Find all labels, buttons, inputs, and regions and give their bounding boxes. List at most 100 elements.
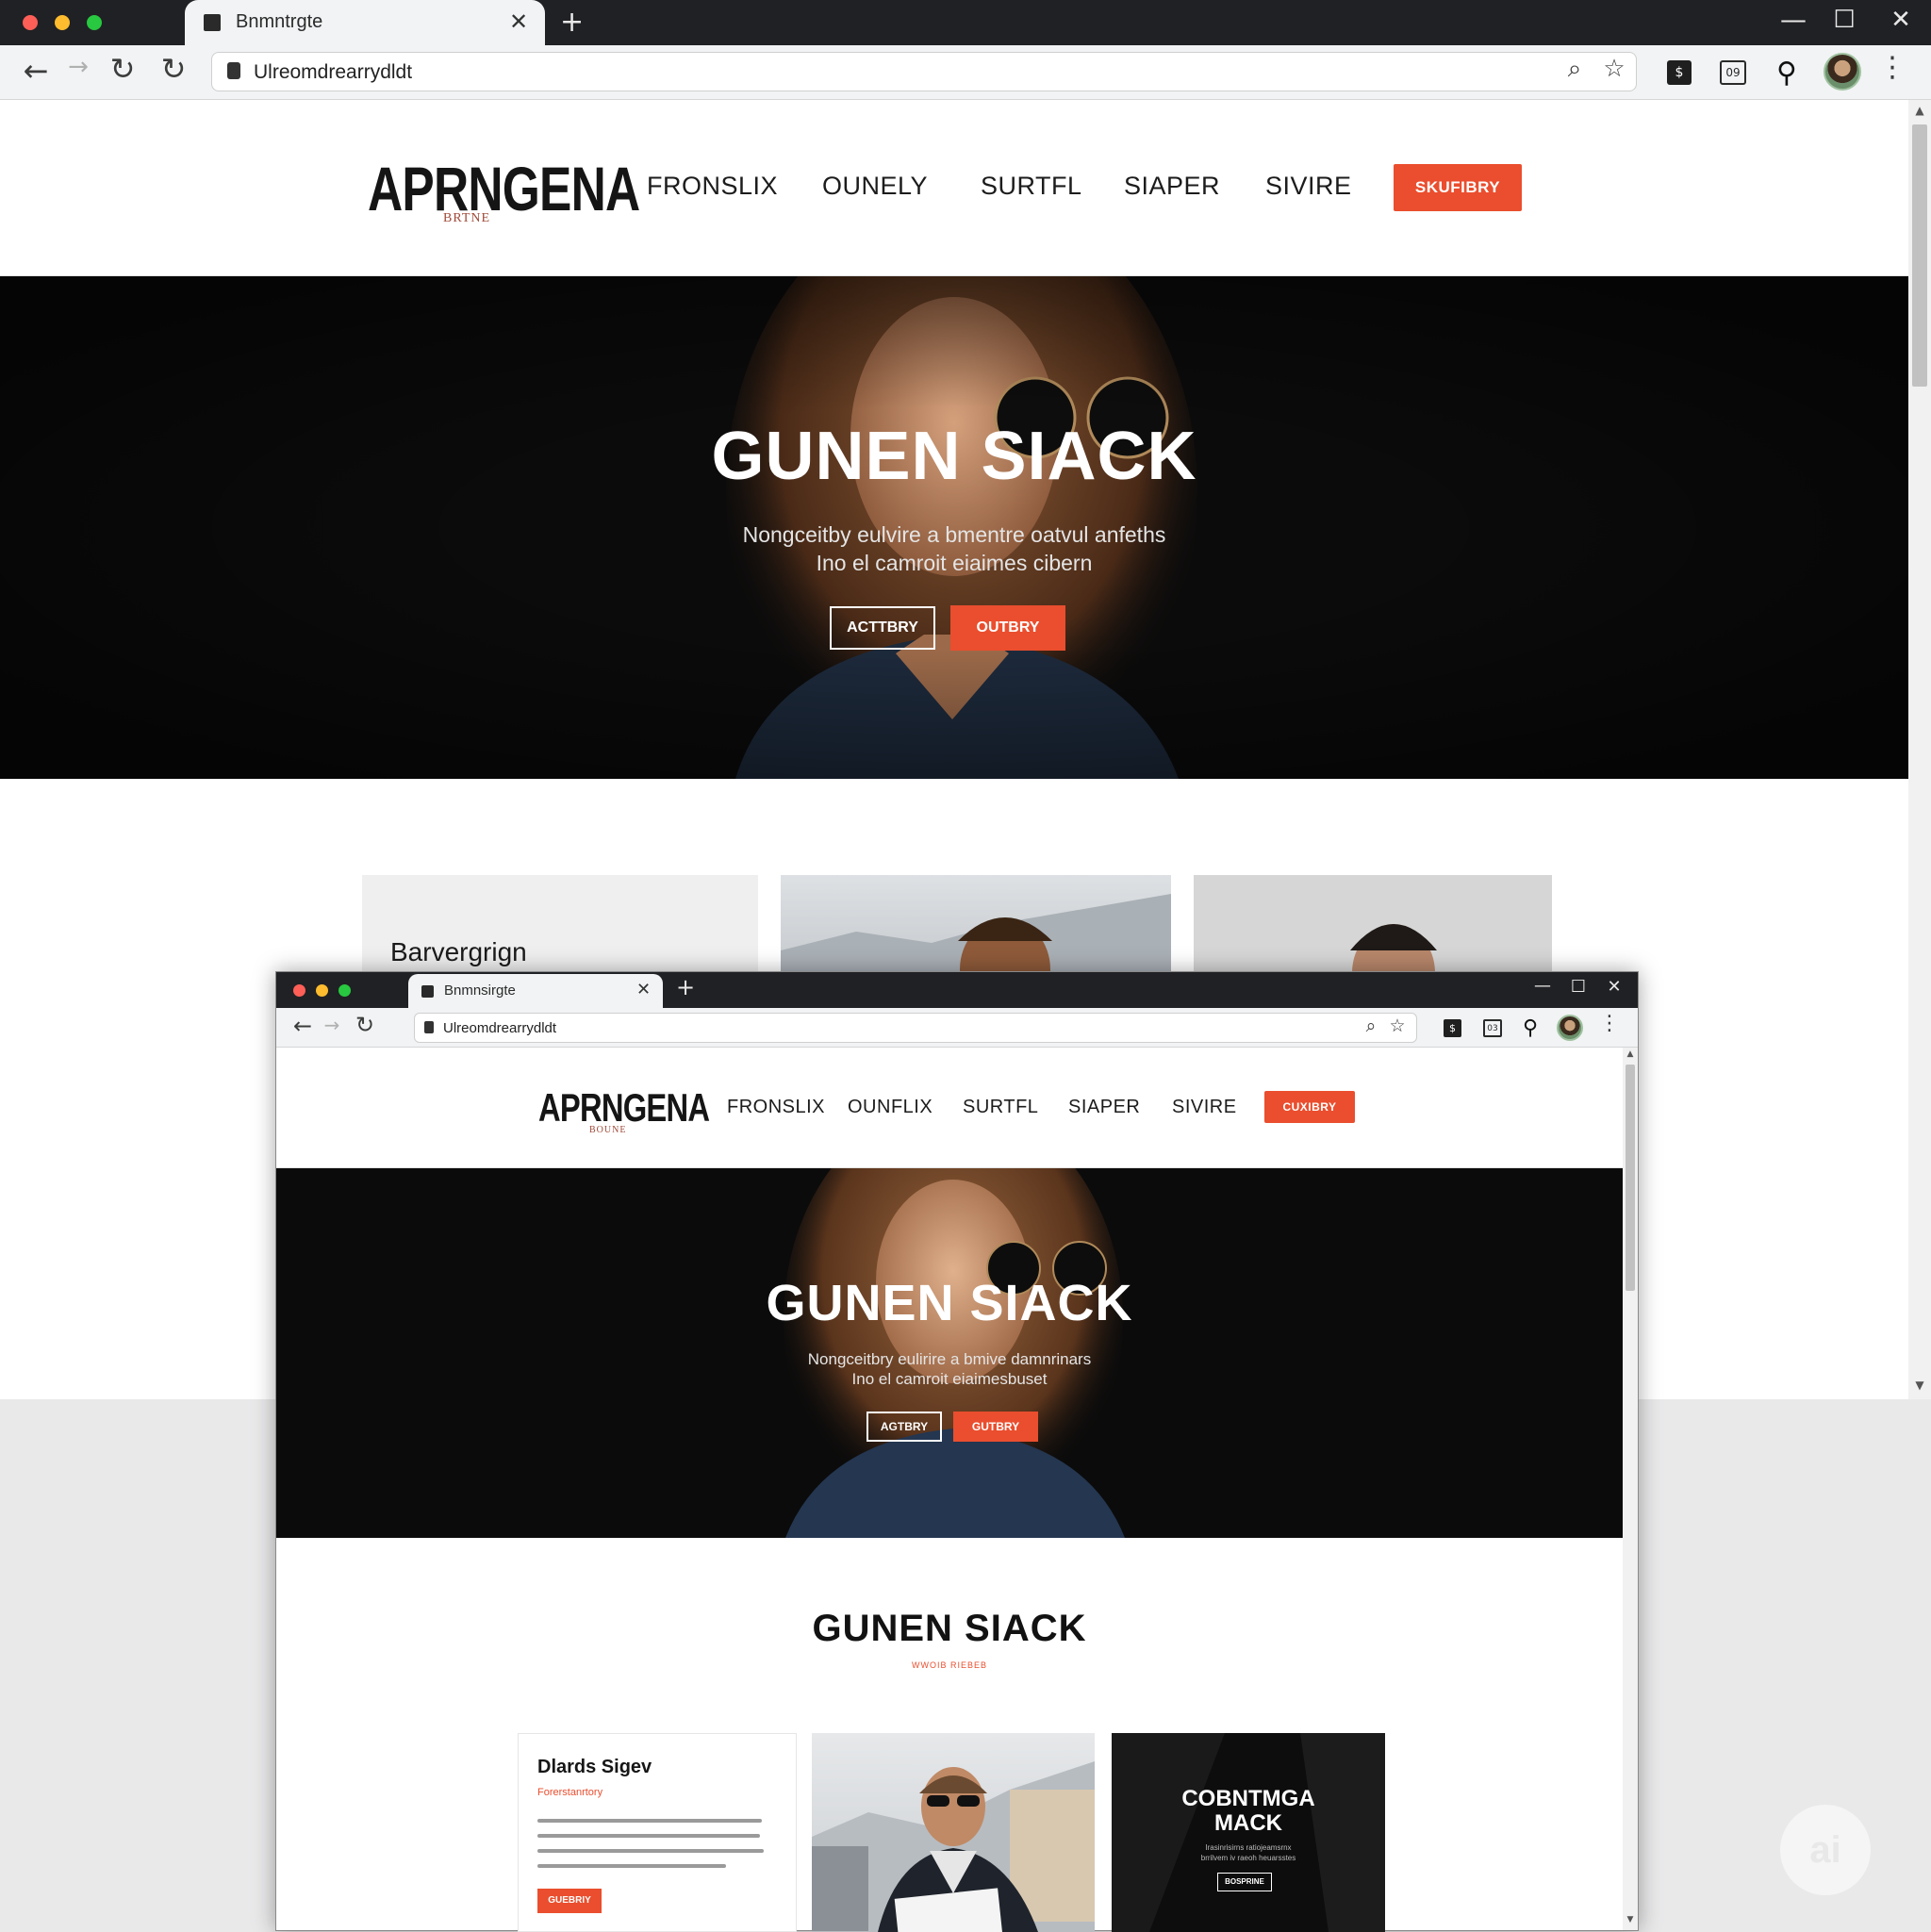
maximize-icon[interactable]: ☐ [1566,977,1591,997]
hero-outline-button[interactable]: AGTBRY [866,1412,942,1442]
address-bar[interactable]: Ulreomdrearrydldt ⌕ ☆ [211,52,1637,91]
text-line [537,1849,764,1853]
close-icon[interactable]: ✕ [1602,977,1626,997]
header-cta-button[interactable]: SKUFIBRY [1394,164,1522,211]
scroll-thumb[interactable] [1626,1065,1635,1291]
man-portrait-image [812,1761,1095,1932]
minimize-icon[interactable]: — [1530,976,1555,996]
nav-item-5[interactable]: SIVIRE [1172,1097,1237,1118]
text-card-button[interactable]: GUEBRIY [537,1889,602,1913]
inner-browser-window: Bnmnsirgte ✕ + — ☐ ✕ ← → ↻ Ulreomdrearry… [275,971,1639,1932]
hero-section: GUNEN SIACK Nongceitby eulvire a bmentre… [0,276,1908,779]
text-line [537,1864,726,1868]
page-scrollbar[interactable]: ▲ ▼ [1623,1048,1638,1930]
nav-item-1[interactable]: FRONSLIX [727,1097,825,1118]
section-title: GUNEN SIACK [812,1608,1087,1649]
hero-subtitle-1: Nongceitbry eulirire a bmive damnrinars [807,1350,1092,1368]
site-header: APRNGENA BRTNE FRONSLIX OUNELY SURTFL SI… [0,100,1908,276]
site-logo[interactable]: APRNGENA [538,1085,710,1131]
menu-kebab-icon[interactable]: ⋮ [1876,51,1908,84]
back-arrow-icon[interactable]: ← [289,1013,316,1039]
search-icon[interactable]: ⌕ [1559,55,1591,84]
reload-icon-2[interactable]: ↻ [155,51,192,87]
dark-card-text: Irasinrisirns ratiojeamsrnx brrilvem iv … [1200,1843,1296,1863]
extension-icon-2[interactable]: 09 [1720,60,1746,85]
dark-card-button[interactable]: BOSPRINE [1217,1873,1272,1891]
scroll-down-icon[interactable]: ▼ [1908,1379,1931,1392]
nav-item-4[interactable]: SIAPER [1068,1097,1140,1118]
page-scrollbar[interactable]: ▲ ▼ [1908,100,1931,1399]
maximize-dot-icon[interactable] [338,984,351,997]
nav-item-4[interactable]: SIAPER [1124,172,1220,201]
close-dot-icon[interactable] [293,984,305,997]
nav-item-2[interactable]: OUNFLIX [848,1097,932,1118]
scroll-up-icon[interactable]: ▲ [1623,1049,1638,1059]
chat-icon[interactable]: ⚲ [1519,1016,1542,1040]
hero-solid-button[interactable]: GUTBRY [953,1412,1038,1442]
ai-watermark: ai [1780,1805,1871,1895]
chat-icon[interactable]: ⚲ [1771,57,1803,90]
scroll-up-icon[interactable]: ▲ [1908,104,1931,117]
profile-avatar[interactable] [1824,53,1861,91]
image-card-man [812,1733,1095,1932]
extension-icon[interactable]: $ [1444,1019,1461,1037]
lock-icon [424,1021,434,1033]
reload-icon[interactable]: ↻ [104,51,141,87]
forward-arrow-icon[interactable]: → [62,53,94,81]
address-bar[interactable]: Ulreomdrearrydldt ⌕ ☆ [414,1013,1417,1043]
nav-item-5[interactable]: SIVIRE [1265,172,1352,201]
card-title: Barvergrign [390,937,527,966]
new-tab-icon[interactable]: + [560,6,584,39]
browser-tab[interactable]: Bnmntrgte ✕ [185,0,545,45]
extension-icon[interactable]: $ [1667,60,1692,85]
extension-icon-2[interactable]: 03 [1483,1019,1502,1037]
profile-avatar[interactable] [1557,1015,1583,1041]
search-icon[interactable]: ⌕ [1360,1016,1382,1036]
hero-outline-button[interactable]: ACTTBRY [830,606,935,650]
hero-subtitle-1: Nongceitby eulvire a bmentre oatvul anfe… [742,522,1166,547]
nav-item-3[interactable]: SURTFL [981,172,1082,201]
address-text[interactable]: Ulreomdrearrydldt [254,61,412,84]
text-card: Dlards Sigev Forerstanrtory GUEBRIY [518,1733,797,1932]
close-tab-icon[interactable]: ✕ [509,8,528,35]
star-icon[interactable]: ☆ [1598,55,1630,83]
address-text[interactable]: Ulreomdrearrydldt [443,1020,556,1036]
close-dot-icon[interactable] [23,15,38,30]
minimize-icon[interactable]: — [1776,4,1810,35]
maximize-icon[interactable]: ☐ [1827,6,1861,34]
site-logo-sub: BOUNE [589,1125,627,1135]
nav-item-2[interactable]: OUNELY [822,172,928,201]
back-arrow-icon[interactable]: ← [17,53,55,89]
scroll-down-icon[interactable]: ▼ [1623,1915,1638,1924]
maximize-dot-icon[interactable] [87,15,102,30]
lock-icon [227,62,240,79]
close-icon[interactable]: ✕ [1884,6,1918,34]
text-line [537,1834,760,1838]
hero-title: GUNEN SIACK [766,1275,1133,1331]
forward-arrow-icon[interactable]: → [320,1014,344,1036]
nav-item-1[interactable]: FRONSLIX [647,172,778,201]
minimize-dot-icon[interactable] [55,15,70,30]
inner-toolbar: ← → ↻ Ulreomdrearrydldt ⌕ ☆ $ 03 ⚲ ⋮ [276,1008,1638,1048]
hero-solid-button[interactable]: OUTBRY [950,605,1065,651]
header-cta-button[interactable]: CUXIBRY [1264,1091,1355,1123]
favicon-icon [421,985,434,998]
star-icon[interactable]: ☆ [1386,1016,1409,1036]
hero-title: GUNEN SIACK [711,419,1197,494]
inner-title-bar: Bnmnsirgte ✕ + — ☐ ✕ [276,972,1638,1008]
dark-card-title-1: COBNTMGA [1181,1786,1315,1811]
site-logo[interactable]: APRNGENA [368,153,640,224]
scroll-thumb[interactable] [1912,124,1927,387]
dark-promo-card: COBNTMGA MACK Irasinrisirns ratiojeamsrn… [1112,1733,1385,1932]
browser-tab[interactable]: Bnmnsirgte ✕ [408,974,663,1008]
close-tab-icon[interactable]: ✕ [636,980,651,999]
text-line [537,1819,762,1823]
outer-toolbar: ← → ↻ ↻ Ulreomdrearrydldt ⌕ ☆ $ 09 ⚲ ⋮ [0,45,1931,100]
minimize-dot-icon[interactable] [316,984,328,997]
reload-icon[interactable]: ↻ [352,1012,378,1038]
new-tab-icon[interactable]: + [676,974,695,1000]
nav-item-3[interactable]: SURTFL [963,1097,1038,1118]
site-logo-sub: BRTNE [443,211,491,225]
menu-kebab-icon[interactable]: ⋮ [1598,1012,1621,1035]
text-card-subtitle: Forerstanrtory [537,1787,603,1798]
